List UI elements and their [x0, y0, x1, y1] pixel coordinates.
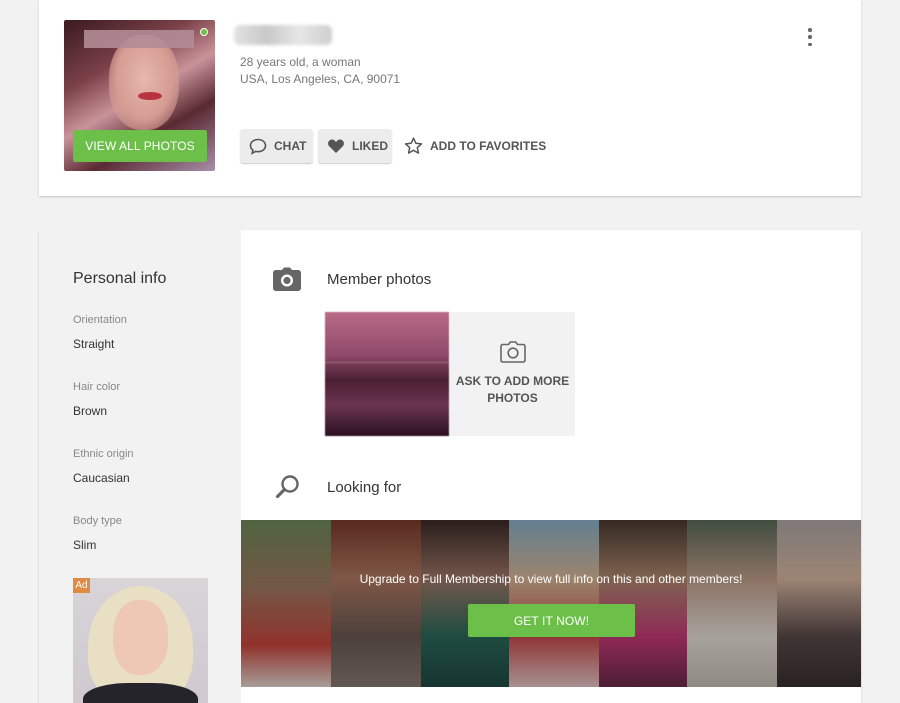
online-status-dot [200, 28, 208, 36]
upgrade-banner: Upgrade to Full Membership to view full … [241, 520, 861, 687]
ad-image[interactable] [73, 578, 208, 703]
body-type-label: Body type [73, 515, 122, 527]
avatar-face [109, 35, 179, 130]
orientation-value: Straight [73, 337, 115, 351]
info-card: Personal info Orientation Straight Hair … [39, 230, 861, 703]
ask-more-photos-label: ASK TO ADD MORE PHOTOS [455, 374, 570, 405]
ad-shirt [83, 683, 198, 703]
ethnic-origin-label: Ethnic origin [73, 448, 134, 460]
camera-outline-icon [499, 341, 526, 363]
get-it-now-button[interactable]: GET IT NOW! [468, 604, 635, 637]
ad-face [113, 600, 168, 675]
hair-color-label: Hair color [73, 381, 121, 393]
upgrade-banner-text: Upgrade to Full Membership to view full … [359, 572, 743, 586]
privacy-blur-bar [84, 30, 194, 48]
star-icon [404, 137, 423, 154]
liked-button[interactable]: LIKED [318, 129, 392, 163]
ethnic-origin-value: Caucasian [73, 471, 130, 485]
liked-label: LIKED [352, 139, 388, 153]
chat-button[interactable]: CHAT [240, 129, 313, 163]
avatar-lips [138, 92, 162, 100]
age-gender-text: 28 years old, a woman [240, 55, 361, 69]
personal-info-title: Personal info [73, 270, 167, 287]
location-text: USA, Los Angeles, CA, 90071 [240, 72, 401, 86]
body-type-value: Slim [73, 538, 97, 552]
hair-color-value: Brown [73, 404, 108, 418]
member-photo-thumbnail[interactable] [325, 312, 449, 436]
personal-info-sidebar: Personal info Orientation Straight Hair … [39, 230, 241, 703]
camera-icon [273, 267, 301, 291]
add-to-favorites-button[interactable]: ADD TO FAVORITES [404, 129, 546, 163]
profile-card: VIEW ALL PHOTOS 28 years old, a woman US… [39, 0, 861, 196]
looking-for-title: Looking for [327, 479, 402, 496]
favorites-label: ADD TO FAVORITES [430, 139, 547, 153]
ask-more-photos-tile[interactable]: ASK TO ADD MORE PHOTOS [450, 312, 575, 436]
search-icon [275, 475, 299, 499]
orientation-label: Orientation [73, 314, 127, 326]
view-all-photos-button[interactable]: VIEW ALL PHOTOS [73, 130, 207, 162]
member-photos-title: Member photos [327, 271, 432, 288]
kebab-menu-icon[interactable] [804, 28, 816, 46]
chat-label: CHAT [274, 139, 307, 153]
heart-icon [328, 139, 344, 153]
thumb-divider [325, 362, 449, 363]
blurred-username [234, 25, 332, 45]
chat-bubble-icon [249, 138, 267, 155]
ad-badge: Ad [73, 578, 90, 593]
